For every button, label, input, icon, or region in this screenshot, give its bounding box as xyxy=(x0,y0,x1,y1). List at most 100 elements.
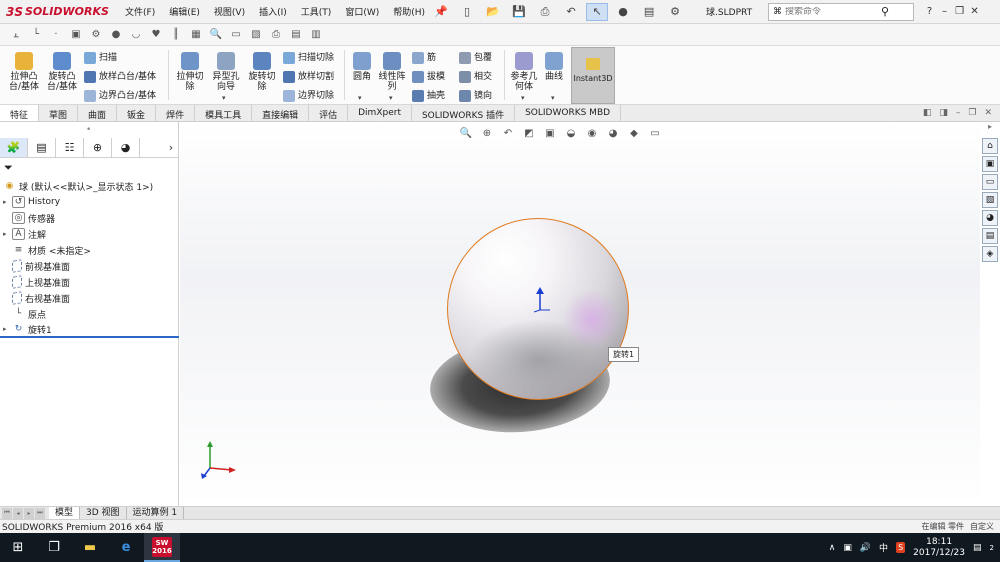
intersect-button[interactable]: 相交 xyxy=(459,69,492,83)
configuration-manager-tab-icon[interactable]: ☷ xyxy=(56,138,84,157)
graphics-viewport[interactable]: 🔍 ⊕ ↶ ◩ ▣ ◒ ◉ ◕ ◆ ▭ 旋转1 xyxy=(180,122,980,506)
options-gear-icon[interactable]: ⚙ xyxy=(664,3,686,21)
tree-item-origin[interactable]: └ 原点 xyxy=(0,306,179,322)
reference-geometry-button[interactable]: 参考几 何体 xyxy=(508,52,540,92)
solidworks-logo[interactable]: 3S SOLIDWORKS xyxy=(0,0,118,24)
zoom-to-area-icon[interactable]: ⊕ xyxy=(479,126,495,140)
close-icon[interactable]: ✕ xyxy=(967,6,982,17)
network-icon[interactable]: ▣ xyxy=(843,543,852,553)
view-orientation-icon[interactable]: ▣ xyxy=(542,126,558,140)
tab-3d-views[interactable]: 3D 视图 xyxy=(80,506,127,520)
property-manager-tab-icon[interactable]: ▤ xyxy=(28,138,56,157)
tab-weldments[interactable]: 焊件 xyxy=(156,105,196,121)
tree-item-revolve1[interactable]: ▸ ↻ 旋转1 xyxy=(0,322,179,338)
menu-view[interactable]: 视图(V) xyxy=(207,5,252,18)
restore-icon[interactable]: ❐ xyxy=(952,6,967,17)
printer-icon[interactable]: ⎙ xyxy=(268,27,284,43)
menu-tools[interactable]: 工具(T) xyxy=(294,5,339,18)
doc-minimize-icon[interactable]: – xyxy=(956,108,961,118)
tree-item-annotations[interactable]: ▸ A 注解 xyxy=(0,226,179,242)
traffic-light-icon[interactable]: ● xyxy=(612,3,634,21)
tab-evaluate[interactable]: 评估 xyxy=(309,105,349,121)
loft-button[interactable]: 放样凸台/基体 xyxy=(84,69,156,83)
search-commands-box[interactable]: ⌘ ⚲ xyxy=(768,2,915,21)
sogou-input-icon[interactable]: S xyxy=(896,542,906,553)
revolve-boss-button[interactable]: 旋转凸 台/基体 xyxy=(44,52,80,92)
reference-geometry-dropdown-icon[interactable]: ▾ xyxy=(521,94,525,102)
volume-icon[interactable]: 🔊 xyxy=(860,543,871,553)
menu-file[interactable]: 文件(F) xyxy=(118,5,162,18)
undo-icon[interactable]: ↶ xyxy=(560,3,582,21)
tab-dimxpert[interactable]: DimXpert xyxy=(348,105,412,121)
tab-surfaces[interactable]: 曲面 xyxy=(78,105,118,121)
custom-properties-icon[interactable]: ▤ xyxy=(982,228,998,244)
tree-icon[interactable]: ♥ xyxy=(148,27,164,43)
tree-item-front-plane[interactable]: 前视基准面 xyxy=(0,258,179,274)
display-manager-tab-icon[interactable]: ◕ xyxy=(112,138,140,157)
clipboard-icon[interactable]: ▤ xyxy=(288,27,304,43)
sphere-icon[interactable]: ● xyxy=(108,27,124,43)
notification-center-icon[interactable]: ▤ xyxy=(973,543,982,553)
tab-direct-editing[interactable]: 直接编辑 xyxy=(252,105,310,121)
draft-button[interactable]: 拔模 xyxy=(412,69,445,83)
rib-button[interactable]: 筋 xyxy=(412,50,436,64)
filter-icon[interactable]: ⏷ xyxy=(4,161,13,175)
tab-addins[interactable]: SOLIDWORKS 插件 xyxy=(412,105,516,121)
frame-icon[interactable]: ▭ xyxy=(228,27,244,43)
grid-icon[interactable]: ▦ xyxy=(188,27,204,43)
extrude-boss-button[interactable]: 拉伸凸 台/基体 xyxy=(6,52,42,92)
first-tab-icon[interactable]: ⏮ xyxy=(2,507,12,519)
file-properties-icon[interactable]: ▤ xyxy=(638,3,660,21)
line-icon[interactable]: └ xyxy=(28,27,44,43)
open-folder-icon[interactable]: 📂 xyxy=(482,3,504,21)
design-library-icon[interactable]: ▣ xyxy=(982,156,998,172)
extrude-cut-button[interactable]: 拉伸切 除 xyxy=(172,52,208,92)
minimize-icon[interactable]: – xyxy=(937,6,952,17)
apply-scene-icon[interactable]: ◆ xyxy=(626,126,642,140)
task-view-icon[interactable]: ❐ xyxy=(36,533,72,562)
search-commands-input[interactable] xyxy=(785,6,882,17)
revolve-cut-button[interactable]: 旋转切 除 xyxy=(244,52,280,92)
file-explorer-folder-icon[interactable]: ▬ xyxy=(72,533,108,562)
feature-manager-tab-icon[interactable]: 🧩 xyxy=(0,138,28,157)
menu-window[interactable]: 窗口(W) xyxy=(338,5,386,18)
expand-arrow-icon[interactable]: ▸ xyxy=(3,325,12,333)
view-palette-icon[interactable]: ▧ xyxy=(982,192,998,208)
tile-left-icon[interactable]: ◧ xyxy=(923,108,932,118)
tree-root-part[interactable]: ◉ 球 (默认<<默认>_显示状态 1>) xyxy=(0,178,179,194)
clock[interactable]: 18:11 2017/12/23 xyxy=(913,537,965,559)
zoom-to-fit-icon[interactable]: 🔍 xyxy=(458,126,474,140)
bowl-icon[interactable]: ◡ xyxy=(128,27,144,43)
tab-sketch[interactable]: 草图 xyxy=(39,105,79,121)
menu-insert[interactable]: 插入(I) xyxy=(252,5,294,18)
zoom-icon[interactable]: 🔍 xyxy=(208,27,224,43)
tile-right-icon[interactable]: ◨ xyxy=(939,108,948,118)
chevron-right-icon[interactable]: › xyxy=(163,138,179,157)
tab-features[interactable]: 特征 xyxy=(0,105,40,121)
instant3d-button[interactable]: Instant3D xyxy=(571,47,615,104)
menu-help[interactable]: 帮助(H) xyxy=(386,5,432,18)
edit-appearance-icon[interactable]: ◕ xyxy=(605,126,621,140)
file-explorer-icon[interactable]: ▭ xyxy=(982,174,998,190)
view-settings-icon[interactable]: ▭ xyxy=(647,126,663,140)
array-icon[interactable]: ║ xyxy=(168,27,184,43)
doc-restore-icon[interactable]: ❐ xyxy=(968,108,976,118)
settings-gear-icon[interactable]: ⚙ xyxy=(88,27,104,43)
boundary-cut-button[interactable]: 边界切除 xyxy=(283,88,334,102)
cube-icon[interactable]: ▣ xyxy=(68,27,84,43)
next-tab-icon[interactable]: ▸ xyxy=(24,507,34,519)
smart-dimension-icon[interactable]: ⫠ xyxy=(8,27,24,43)
expand-arrow-icon[interactable]: ▸ xyxy=(3,230,12,238)
tab-mbd[interactable]: SOLIDWORKS MBD xyxy=(515,105,622,121)
tray-expand-icon[interactable]: ∧ xyxy=(829,543,836,553)
display-style-icon[interactable]: ◒ xyxy=(563,126,579,140)
ime-indicator[interactable]: 中 xyxy=(879,541,888,554)
fillet-dropdown-icon[interactable]: ▾ xyxy=(358,94,362,102)
select-arrow-icon[interactable]: ↖ xyxy=(586,2,609,21)
section-view-icon[interactable]: ◩ xyxy=(521,126,537,140)
linear-pattern-dropdown-icon[interactable]: ▾ xyxy=(389,94,393,102)
status-custom[interactable]: 自定义 xyxy=(970,521,994,532)
lofted-cut-button[interactable]: 放样切割 xyxy=(283,69,334,83)
boundary-button[interactable]: 边界凸台/基体 xyxy=(84,88,156,102)
curves-dropdown-icon[interactable]: ▾ xyxy=(551,94,555,102)
